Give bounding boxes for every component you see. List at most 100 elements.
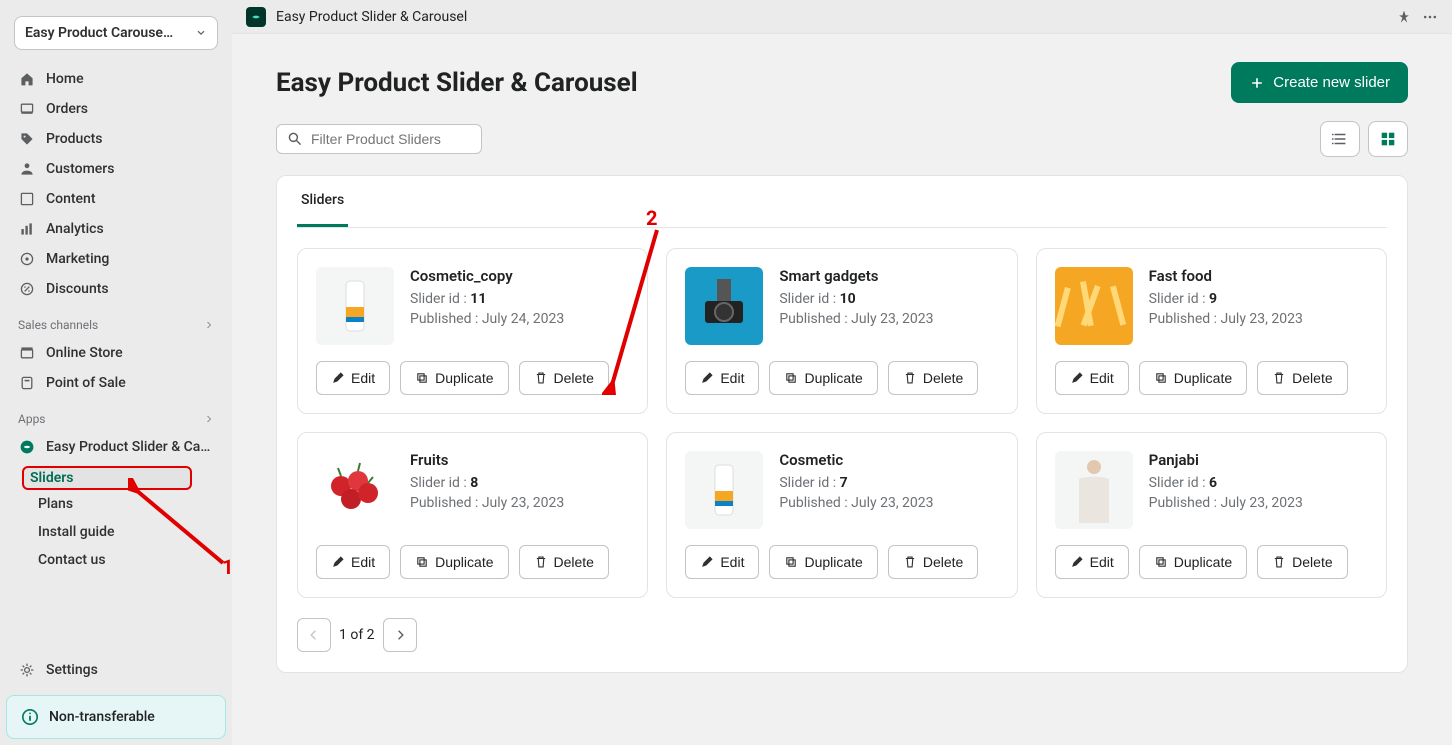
next-page-button[interactable] xyxy=(383,618,417,652)
pencil-icon xyxy=(1070,371,1084,385)
person-icon xyxy=(18,160,36,178)
topbar-title: Easy Product Slider & Carousel xyxy=(276,9,467,25)
nav-marketing[interactable]: Marketing xyxy=(6,244,226,274)
nav-settings[interactable]: Settings xyxy=(0,651,232,689)
nav-label: Marketing xyxy=(46,251,109,267)
delete-button[interactable]: Delete xyxy=(1257,545,1347,579)
nav-products[interactable]: Products xyxy=(6,124,226,154)
nav-label: Analytics xyxy=(46,221,104,237)
button-label: Duplicate xyxy=(804,554,862,570)
button-label: Delete xyxy=(554,370,594,386)
chart-icon xyxy=(18,220,36,238)
slider-thumbnail xyxy=(1055,451,1133,529)
sub-nav-install-guide[interactable]: Install guide xyxy=(26,518,232,546)
main-nav: Home Orders Products Customers Content A… xyxy=(0,60,232,308)
sidebar: Easy Product Carouse… Home Orders Produc… xyxy=(0,0,232,745)
slider-card: Fruits Slider id : 8 Published : July 23… xyxy=(297,432,648,598)
nav-label: Content xyxy=(46,191,96,207)
nav-orders[interactable]: Orders xyxy=(6,94,226,124)
slider-title: Cosmetic_copy xyxy=(410,267,564,285)
filter-input[interactable] xyxy=(311,131,471,147)
edit-button[interactable]: Edit xyxy=(316,361,390,395)
button-label: Edit xyxy=(720,554,744,570)
copy-icon xyxy=(784,371,798,385)
button-label: Edit xyxy=(351,554,375,570)
edit-button[interactable]: Edit xyxy=(316,545,390,579)
duplicate-button[interactable]: Duplicate xyxy=(769,361,877,395)
pencil-icon xyxy=(331,371,345,385)
nav-customers[interactable]: Customers xyxy=(6,154,226,184)
delete-button[interactable]: Delete xyxy=(519,545,609,579)
button-label: Delete xyxy=(1292,554,1332,570)
edit-button[interactable]: Edit xyxy=(685,361,759,395)
trash-icon xyxy=(1272,371,1286,385)
nav-point-of-sale[interactable]: Point of Sale xyxy=(6,368,226,398)
list-view-button[interactable] xyxy=(1320,121,1360,157)
sub-nav-plans[interactable]: Plans xyxy=(26,490,232,518)
edit-button[interactable]: Edit xyxy=(1055,545,1129,579)
app-logo-icon xyxy=(246,7,266,27)
nav-analytics[interactable]: Analytics xyxy=(6,214,226,244)
delete-button[interactable]: Delete xyxy=(1257,361,1347,395)
pencil-icon xyxy=(331,555,345,569)
gear-icon xyxy=(18,661,36,679)
pin-icon[interactable] xyxy=(1396,9,1412,25)
edit-button[interactable]: Edit xyxy=(1055,361,1129,395)
button-label: Duplicate xyxy=(435,370,493,386)
duplicate-button[interactable]: Duplicate xyxy=(400,545,508,579)
plus-icon xyxy=(1249,75,1265,91)
grid-view-button[interactable] xyxy=(1368,121,1408,157)
tab-sliders[interactable]: Sliders xyxy=(297,176,348,227)
button-label: Duplicate xyxy=(1174,370,1232,386)
edit-button[interactable]: Edit xyxy=(685,545,759,579)
sliders-panel: Sliders Cosmetic_copy Slider id : 11 xyxy=(276,175,1408,673)
copy-icon xyxy=(415,555,429,569)
store-selector[interactable]: Easy Product Carouse… xyxy=(14,16,218,50)
tab-label: Sliders xyxy=(301,192,344,208)
delete-button[interactable]: Delete xyxy=(888,545,978,579)
tag-icon xyxy=(18,130,36,148)
app-sub-nav: Sliders Plans Install guide Contact us xyxy=(0,466,232,574)
search-box[interactable] xyxy=(276,124,482,154)
sub-nav-label: Install guide xyxy=(38,524,114,540)
button-label: Delete xyxy=(554,554,594,570)
pos-icon xyxy=(18,374,36,392)
more-icon[interactable] xyxy=(1422,9,1438,25)
duplicate-button[interactable]: Duplicate xyxy=(1139,545,1247,579)
duplicate-button[interactable]: Duplicate xyxy=(769,545,877,579)
nav-content[interactable]: Content xyxy=(6,184,226,214)
sub-nav-contact-us[interactable]: Contact us xyxy=(26,546,232,574)
pencil-icon xyxy=(1070,555,1084,569)
nav-discounts[interactable]: Discounts xyxy=(6,274,226,304)
delete-button[interactable]: Delete xyxy=(888,361,978,395)
slider-published: Published : July 24, 2023 xyxy=(410,311,564,327)
slider-published: Published : July 23, 2023 xyxy=(779,311,933,327)
slider-thumbnail xyxy=(316,267,394,345)
nav-label: Online Store xyxy=(46,345,123,361)
duplicate-button[interactable]: Duplicate xyxy=(1139,361,1247,395)
sub-nav-label: Contact us xyxy=(38,552,106,568)
button-label: Duplicate xyxy=(804,370,862,386)
button-label: Delete xyxy=(923,554,963,570)
slider-published: Published : July 23, 2023 xyxy=(1149,495,1303,511)
prev-page-button[interactable] xyxy=(297,618,331,652)
trash-icon xyxy=(1272,555,1286,569)
button-label: Edit xyxy=(1090,370,1114,386)
button-label: Edit xyxy=(1090,554,1114,570)
nav-home[interactable]: Home xyxy=(6,64,226,94)
slider-title: Fast food xyxy=(1149,267,1303,285)
chevron-down-icon xyxy=(195,27,207,39)
section-label: Sales channels xyxy=(18,318,98,332)
delete-button[interactable]: Delete xyxy=(519,361,609,395)
nav-app-easy-slider[interactable]: Easy Product Slider & Ca… xyxy=(6,432,226,462)
slider-id: Slider id : 11 xyxy=(410,291,564,307)
duplicate-button[interactable]: Duplicate xyxy=(400,361,508,395)
sub-nav-sliders[interactable]: Sliders xyxy=(22,466,192,490)
slider-id: Slider id : 6 xyxy=(1149,475,1303,491)
button-label: Duplicate xyxy=(1174,554,1232,570)
chevron-right-icon[interactable] xyxy=(204,320,214,330)
chevron-right-icon[interactable] xyxy=(204,414,214,424)
nav-online-store[interactable]: Online Store xyxy=(6,338,226,368)
create-slider-button[interactable]: Create new slider xyxy=(1231,62,1408,103)
target-icon xyxy=(18,250,36,268)
